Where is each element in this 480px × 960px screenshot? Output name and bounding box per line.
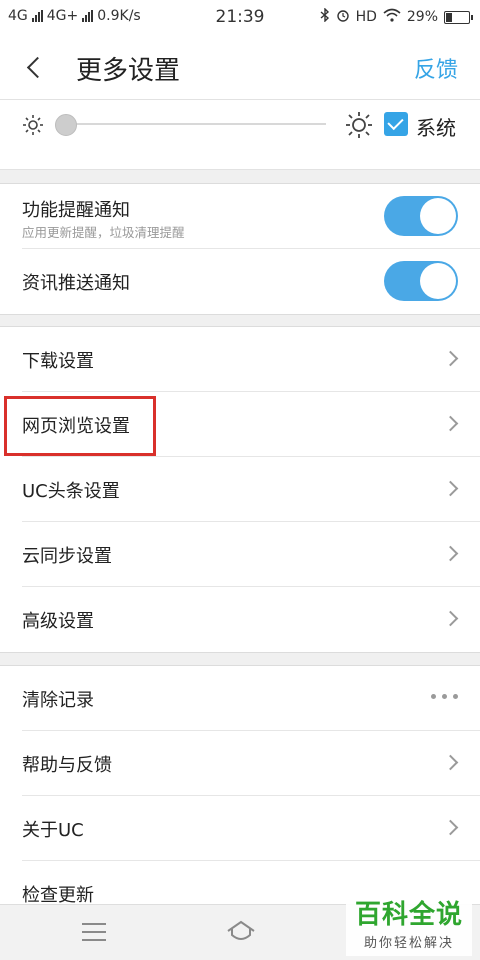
alarm-icon (336, 8, 350, 26)
chevron-right-icon (442, 350, 459, 367)
watermark-subtitle: 助你轻松解决 (363, 936, 454, 951)
list-item-help-feedback[interactable]: 帮助与反馈 (22, 731, 480, 796)
row-label: 关于UC (22, 820, 84, 841)
chevron-right-icon (442, 610, 459, 627)
brightness-low-icon (20, 112, 46, 138)
status-bar: 4G 4G+ 0.9K/s 21:39 HD 29% (0, 0, 480, 34)
toggle-knob (420, 263, 456, 299)
system-brightness-checkbox[interactable] (384, 112, 408, 136)
hd-label: HD (355, 9, 377, 25)
back-arrow-icon[interactable] (22, 52, 52, 82)
row-label: 清除记录 (22, 690, 94, 711)
row-label: 帮助与反馈 (22, 755, 112, 776)
chevron-right-icon (442, 480, 459, 497)
feature-reminder-toggle[interactable] (384, 196, 458, 236)
list-item-download-settings[interactable]: 下载设置 (22, 327, 480, 392)
brightness-row: 系统 (0, 100, 480, 170)
list-item-news-push: 资讯推送通知 (22, 249, 480, 314)
list-item-feature-reminder: 功能提醒通知 应用更新提醒，垃圾清理提醒 (22, 184, 480, 249)
brightness-high-icon (344, 110, 374, 140)
feedback-button[interactable]: 反馈 (414, 52, 458, 84)
news-push-toggle[interactable] (384, 261, 458, 301)
chevron-right-icon (442, 819, 459, 836)
row-label: 资讯推送通知 (22, 273, 130, 294)
list-item-clear-history[interactable]: 清除记录 (22, 666, 480, 731)
system-brightness-label: 系统 (416, 116, 456, 140)
brightness-slider-track[interactable] (58, 123, 326, 125)
bluetooth-icon (320, 7, 330, 26)
chevron-right-icon (442, 754, 459, 771)
app-header: 更多设置 反馈 (0, 34, 480, 100)
watermark-logo: 百科全说 助你轻松解决 (346, 898, 472, 956)
row-label: 云同步设置 (22, 546, 112, 567)
toggle-knob (420, 198, 456, 234)
brightness-slider-thumb[interactable] (55, 114, 77, 136)
notifications-section: 功能提醒通知 应用更新提醒，垃圾清理提醒 资讯推送通知 (0, 183, 480, 315)
misc-section: 清除记录 帮助与反馈 关于UC 检查更新 (0, 665, 480, 927)
list-item-cloud-sync-settings[interactable]: 云同步设置 (22, 522, 480, 587)
list-item-uc-headlines-settings[interactable]: UC头条设置 (22, 457, 480, 522)
page-title: 更多设置 (76, 56, 181, 86)
row-label: 高级设置 (22, 611, 94, 632)
list-item-advanced-settings[interactable]: 高级设置 (22, 587, 480, 652)
list-item-web-browsing-settings[interactable]: 网页浏览设置 (22, 392, 480, 457)
settings-section: 下载设置 网页浏览设置 UC头条设置 云同步设置 高级设置 (0, 326, 480, 653)
row-label: 网页浏览设置 (22, 416, 130, 437)
battery-percent: 29% (406, 9, 438, 25)
wifi-icon (383, 8, 401, 26)
home-icon[interactable] (225, 919, 257, 945)
chevron-right-icon (442, 545, 459, 562)
list-item-about-uc[interactable]: 关于UC (22, 796, 480, 861)
battery-fill (446, 12, 452, 22)
menu-icon[interactable] (82, 923, 106, 941)
battery-icon (444, 10, 473, 24)
row-label: 功能提醒通知 (22, 200, 130, 221)
chevron-right-icon (442, 415, 459, 432)
row-label: UC头条设置 (22, 481, 120, 502)
more-dots-icon[interactable] (431, 694, 458, 699)
row-sublabel: 应用更新提醒，垃圾清理提醒 (22, 225, 185, 240)
row-label: 下载设置 (22, 351, 94, 372)
status-right: HD 29% (320, 7, 473, 26)
watermark-title: 百科全说 (354, 900, 463, 930)
